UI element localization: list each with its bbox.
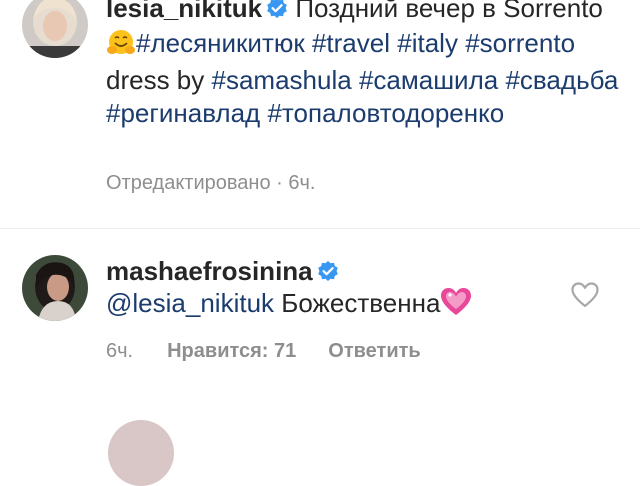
- sparkling-heart-emoji-icon: [440, 287, 472, 324]
- hashtag-link[interactable]: #лесяникитюк: [136, 28, 305, 58]
- comment-timestamp: 6ч.: [106, 340, 134, 362]
- caption-body: Поздний вечер в Sorrento: [295, 0, 603, 23]
- hashtag-link[interactable]: #свадьба: [505, 65, 618, 95]
- caption-avatar[interactable]: [22, 0, 88, 58]
- mention-link[interactable]: @lesia_nikituk: [106, 288, 274, 318]
- edited-label: Отредактировано: [106, 172, 271, 194]
- comment-username-row: mashaefrosinina: [106, 256, 339, 289]
- hashtag-link[interactable]: #топаловтодоренко: [267, 98, 504, 128]
- caption-meta: Отредактировано · 6ч.: [106, 172, 315, 195]
- comment-avatar[interactable]: [22, 255, 88, 321]
- caption-username[interactable]: lesia_nikituk: [106, 0, 262, 23]
- like-heart-icon[interactable]: [570, 281, 600, 309]
- likes-count[interactable]: Нравится: 71: [167, 340, 296, 363]
- comment-meta: 6ч. Нравится: 71 Ответить: [106, 340, 421, 363]
- verified-badge-icon: [266, 0, 288, 27]
- comment-body: Божественна: [281, 288, 441, 318]
- meta-separator: ·: [276, 172, 283, 194]
- hashtag-link[interactable]: #italy: [397, 28, 458, 58]
- hashtag-link[interactable]: #регинавлад: [106, 98, 260, 128]
- divider: [0, 228, 640, 229]
- hashtag-link[interactable]: #samashula: [212, 65, 352, 95]
- hashtag-link[interactable]: #самашила: [359, 65, 498, 95]
- comment-username[interactable]: mashaefrosinina: [106, 256, 313, 286]
- next-comment-avatar[interactable]: [108, 420, 174, 486]
- hashtag-link[interactable]: #travel: [312, 28, 390, 58]
- hashtag-link[interactable]: #sorrento: [465, 28, 575, 58]
- caption-dress-by: dress by: [106, 65, 205, 95]
- hugging-face-emoji-icon: [106, 29, 136, 65]
- caption-timestamp: 6ч.: [288, 172, 316, 194]
- caption-text: lesia_nikituk Поздний вечер в Sorrento #л…: [106, 0, 626, 129]
- comment-text: @lesia_nikituk Божественна: [106, 287, 472, 324]
- verified-badge-icon: [317, 258, 339, 289]
- reply-button[interactable]: Ответить: [328, 340, 420, 363]
